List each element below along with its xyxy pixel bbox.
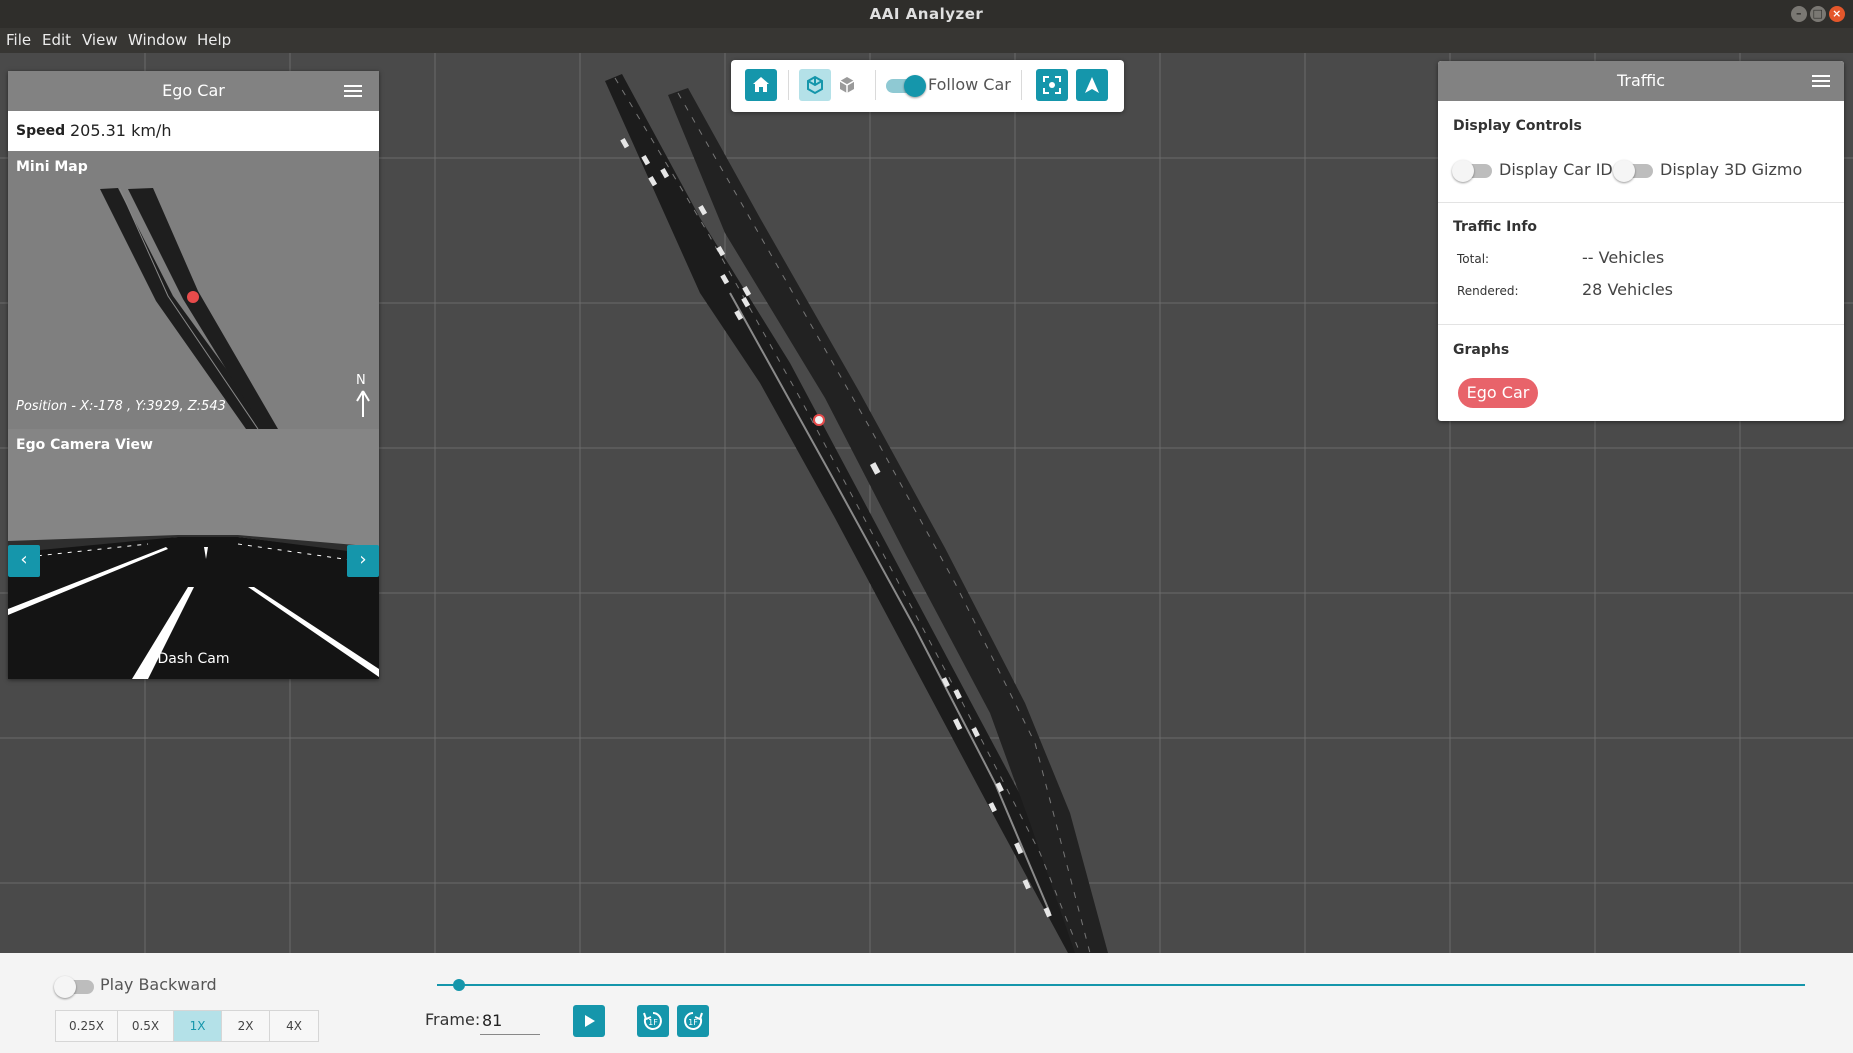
total-label: Total:	[1457, 252, 1490, 266]
frame-label: Frame:	[425, 1010, 481, 1029]
window-title: AAI Analyzer	[869, 5, 984, 23]
total-value: -- Vehicles	[1582, 248, 1665, 267]
cube-3d-active-icon	[807, 75, 823, 95]
playback-speed-group: 0.25X 0.5X 1X 2X 4X	[55, 1010, 319, 1042]
home-button[interactable]	[745, 69, 777, 101]
follow-car-label: Follow Car	[928, 75, 1011, 94]
highway-road	[605, 74, 1108, 953]
rendered-value: 28 Vehicles	[1582, 280, 1673, 299]
traffic-panel: Traffic Display Controls Display Car ID …	[1438, 61, 1844, 421]
toolbar-separator	[1021, 70, 1022, 100]
focus-icon	[1043, 76, 1061, 94]
menu-help[interactable]: Help	[197, 28, 231, 53]
view-toolbar: Follow Car	[731, 60, 1124, 112]
step-back-text: 1F	[648, 1018, 658, 1027]
speed-option-0.5x[interactable]: 0.5X	[118, 1011, 174, 1041]
traffic-info-title: Traffic Info	[1453, 219, 1538, 235]
step-forward-button[interactable]: 1F	[677, 1005, 709, 1037]
speed-label: Speed	[16, 123, 66, 139]
speed-option-0.25x[interactable]: 0.25X	[56, 1011, 118, 1041]
cube-3d-icon	[839, 77, 855, 93]
menu-file[interactable]: File	[6, 28, 31, 53]
ego-car-panel: Ego Car Speed 205.31 km/h Mini Map Posit…	[8, 71, 379, 679]
traffic-panel-title: Traffic	[1616, 71, 1666, 90]
display-controls-title: Display Controls	[1453, 118, 1582, 134]
play-backward-toggle[interactable]	[54, 976, 94, 998]
window-titlebar: AAI Analyzer – □ ×	[0, 0, 1853, 28]
speed-option-1x[interactable]: 1X	[174, 1011, 222, 1041]
mini-map[interactable]: Mini Map Position - X:-178 , Y:3929, Z:5…	[8, 151, 379, 429]
position-readout: Position - X:-178 , Y:3929, Z:543	[16, 399, 226, 414]
navigate-icon	[1085, 77, 1099, 93]
north-arrow-icon	[356, 390, 370, 417]
display-car-id-label: Display Car ID	[1499, 160, 1613, 179]
play-icon	[585, 1015, 595, 1027]
minimize-icon[interactable]: –	[1791, 6, 1807, 22]
toolbar-separator	[875, 70, 876, 100]
step-forward-icon: 1F	[684, 1012, 703, 1030]
dash-cam-label: Dash Cam	[157, 651, 230, 667]
focus-button[interactable]	[1036, 69, 1068, 101]
display-car-id-toggle[interactable]	[1452, 160, 1492, 182]
play-backward-label: Play Backward	[100, 975, 217, 994]
play-button[interactable]	[573, 1005, 605, 1037]
rendered-label: Rendered:	[1457, 284, 1519, 298]
speed-option-2x[interactable]: 2X	[222, 1011, 270, 1041]
ego-car-graph-chip[interactable]: Ego Car	[1458, 378, 1538, 408]
toolbar-separator	[788, 70, 789, 100]
ego-panel-title: Ego Car	[162, 81, 225, 100]
step-forward-text: 1F	[688, 1018, 698, 1027]
menu-edit[interactable]: Edit	[42, 28, 71, 53]
playback-bar: Play Backward 0.25X 0.5X 1X 2X 4X Frame:…	[0, 953, 1853, 1053]
north-label: N	[356, 373, 366, 388]
frame-input[interactable]	[480, 1007, 540, 1035]
speed-row: Speed 205.31 km/h	[8, 111, 379, 151]
follow-car-toggle[interactable]	[886, 75, 926, 97]
ego-car-marker	[813, 414, 825, 426]
close-icon[interactable]: ×	[1829, 6, 1845, 22]
menu-view[interactable]: View	[82, 28, 118, 53]
view-3d-button-active[interactable]	[799, 69, 831, 101]
menu-window[interactable]: Window	[128, 28, 187, 53]
ego-panel-header: Ego Car	[8, 71, 379, 111]
timeline-slider-track[interactable]	[437, 984, 1805, 986]
section-divider	[1438, 202, 1844, 203]
camera-prev-button[interactable]: ‹	[8, 545, 40, 577]
step-back-icon: 1F	[643, 1012, 662, 1030]
ego-position-marker	[187, 291, 199, 303]
menu-icon[interactable]	[1812, 75, 1830, 87]
menu-bar: File Edit View Window Help	[0, 28, 1853, 53]
view-3d-button[interactable]	[831, 69, 863, 101]
speed-value: 205.31 km/h	[70, 121, 172, 140]
navigate-button[interactable]	[1076, 69, 1108, 101]
camera-next-button[interactable]: ›	[347, 545, 379, 577]
mini-map-road	[100, 188, 278, 429]
dash-cam-image	[8, 535, 379, 679]
graphs-title: Graphs	[1453, 342, 1510, 358]
display-3d-gizmo-toggle[interactable]	[1613, 160, 1653, 182]
speed-option-4x[interactable]: 4X	[270, 1011, 318, 1041]
display-3d-gizmo-label: Display 3D Gizmo	[1660, 160, 1803, 179]
ego-camera-view: Ego Camera View ‹ › Dash Cam	[8, 429, 379, 679]
menu-icon[interactable]	[344, 85, 362, 97]
step-back-button[interactable]: 1F	[637, 1005, 669, 1037]
timeline-slider-handle[interactable]	[453, 979, 465, 991]
maximize-icon[interactable]: □	[1810, 6, 1826, 22]
home-icon	[753, 77, 769, 92]
section-divider	[1438, 324, 1844, 325]
traffic-panel-header: Traffic	[1438, 61, 1844, 101]
